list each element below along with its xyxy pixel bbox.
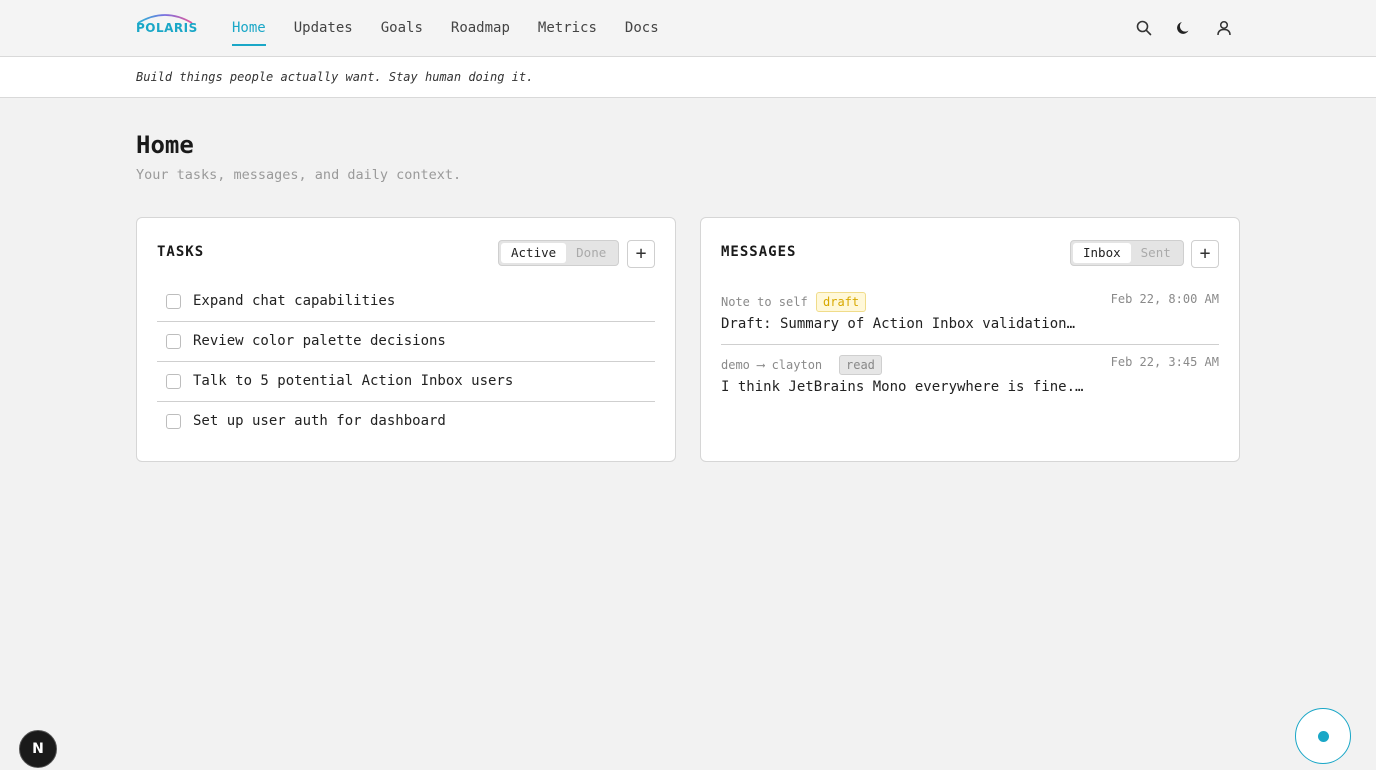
tasks-card: TASKS Active Done + Expand chat capabili… (136, 217, 676, 462)
message-list: Note to self draft Feb 22, 8:00 AM Draft… (721, 282, 1219, 408)
tasks-title: TASKS (157, 244, 205, 260)
task-list: Expand chat capabilities Review color pa… (157, 282, 655, 442)
page-subtitle: Your tasks, messages, and daily context. (136, 167, 462, 183)
task-label: Set up user auth for dashboard (193, 413, 446, 429)
tasks-filter-toggle: Active Done (498, 240, 620, 266)
message-subject: Draft: Summary of Action Inbox validatio… (721, 316, 1076, 332)
messages-filter-inbox[interactable]: Inbox (1073, 243, 1131, 263)
main-nav: Home Updates Goals Roadmap Metrics Docs (232, 0, 687, 57)
tagline: Build things people actually want. Stay … (136, 70, 534, 84)
task-checkbox[interactable] (166, 414, 181, 429)
logo-text: POLARIS (136, 21, 198, 35)
add-task-button[interactable]: + (627, 240, 655, 268)
status-badge: read (839, 355, 882, 375)
messages-title: MESSAGES (721, 244, 797, 260)
status-badge: draft (816, 292, 867, 312)
messages-card: MESSAGES Inbox Sent + Note to self draft… (700, 217, 1240, 462)
task-checkbox[interactable] (166, 334, 181, 349)
task-item[interactable]: Set up user auth for dashboard (157, 402, 655, 442)
message-item[interactable]: Note to self draft Feb 22, 8:00 AM Draft… (721, 282, 1219, 345)
task-label: Talk to 5 potential Action Inbox users (193, 373, 514, 389)
tasks-filter-done[interactable]: Done (566, 243, 616, 263)
task-item[interactable]: Expand chat capabilities (157, 282, 655, 322)
message-date: Feb 22, 3:45 AM (1110, 355, 1219, 369)
page-title: Home (136, 131, 194, 159)
tasks-filter-active[interactable]: Active (501, 243, 567, 263)
messages-filter-sent[interactable]: Sent (1131, 243, 1181, 263)
message-from: Note to self (721, 295, 808, 309)
task-label: Expand chat capabilities (193, 293, 396, 309)
task-label: Review color palette decisions (193, 333, 446, 349)
nav-docs[interactable]: Docs (625, 0, 659, 57)
chat-dot-icon (1318, 731, 1329, 742)
header-actions (1134, 18, 1254, 38)
nav-goals[interactable]: Goals (381, 0, 423, 57)
chat-fab-button[interactable] (1295, 708, 1351, 764)
task-checkbox[interactable] (166, 294, 181, 309)
nav-home[interactable]: Home (232, 0, 266, 57)
top-navbar: POLARIS Home Updates Goals Roadmap Metri… (0, 0, 1376, 57)
task-item[interactable]: Talk to 5 potential Action Inbox users (157, 362, 655, 402)
tagline-bar: Build things people actually want. Stay … (0, 57, 1376, 98)
moon-icon[interactable] (1174, 18, 1194, 38)
new-message-button[interactable]: + (1191, 240, 1219, 268)
task-checkbox[interactable] (166, 374, 181, 389)
message-item[interactable]: demo ⟶ clayton read Feb 22, 3:45 AM I th… (721, 345, 1219, 408)
nav-roadmap[interactable]: Roadmap (451, 0, 510, 57)
nav-metrics[interactable]: Metrics (538, 0, 597, 57)
task-item[interactable]: Review color palette decisions (157, 322, 655, 362)
polaris-logo[interactable]: POLARIS (136, 10, 197, 38)
nav-updates[interactable]: Updates (294, 0, 353, 57)
messages-filter-toggle: Inbox Sent (1070, 240, 1184, 266)
search-icon[interactable] (1134, 18, 1154, 38)
nextjs-dev-badge[interactable]: N (19, 730, 57, 768)
message-subject: I think JetBrains Mono everywhere is fin… (721, 379, 1084, 395)
message-date: Feb 22, 8:00 AM (1110, 292, 1219, 306)
user-icon[interactable] (1214, 18, 1234, 38)
message-from: demo ⟶ clayton (721, 358, 823, 372)
